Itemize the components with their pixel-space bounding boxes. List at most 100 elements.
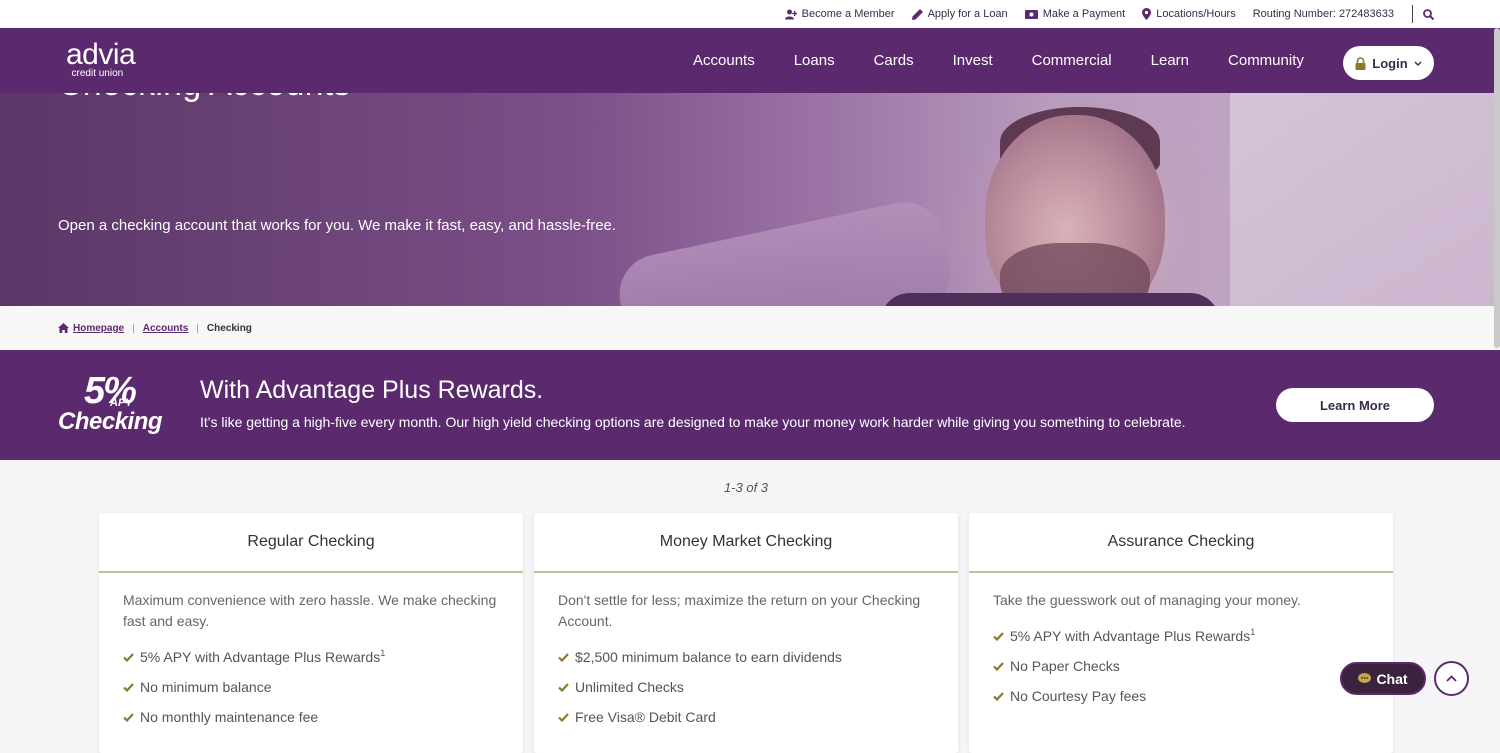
chevron-down-icon	[1414, 61, 1422, 66]
main-nav: advia credit union Accounts Loans Cards …	[0, 28, 1500, 93]
learn-more-button[interactable]: Learn More	[1276, 388, 1434, 422]
feature-text: Unlimited Checks	[575, 679, 684, 695]
card-description: Don't settle for less; maximize the retu…	[558, 592, 921, 629]
feature-item: No Paper Checks	[993, 651, 1369, 681]
feature-item: No monthly maintenance fee	[123, 702, 499, 732]
feature-text: No minimum balance	[140, 679, 272, 695]
check-icon	[993, 661, 1004, 671]
feature-text: No monthly maintenance fee	[140, 709, 319, 725]
footnote-marker: 1	[380, 648, 386, 658]
check-icon	[993, 691, 1004, 701]
apply-loan-label: Apply for a Loan	[927, 8, 1008, 20]
card-description: Take the guesswork out of managing your …	[993, 592, 1301, 608]
hero-banner: Checking Accounts Open a checking accoun…	[0, 93, 1500, 306]
check-icon	[558, 682, 569, 692]
feature-text: 5% APY with Advantage Plus Rewards	[140, 649, 381, 665]
check-icon	[558, 712, 569, 722]
feature-item: 5% APY with Advantage Plus Rewards 1	[993, 621, 1369, 651]
breadcrumb-home[interactable]: Homepage	[73, 323, 124, 334]
back-to-top-button[interactable]	[1434, 661, 1469, 696]
footnote-marker: 1	[1250, 627, 1256, 637]
results-count: 1-3 of 3	[723, 480, 769, 495]
check-icon	[993, 631, 1004, 641]
feature-item: Free Visa® Debit Card	[558, 702, 934, 732]
nav-item-accounts[interactable]: Accounts	[693, 52, 755, 69]
nav-item-loans[interactable]: Loans	[794, 52, 835, 69]
check-icon	[123, 652, 134, 662]
breadcrumb-separator: |	[196, 322, 199, 334]
check-icon	[123, 712, 134, 722]
card-title[interactable]: Money Market Checking	[534, 513, 958, 573]
logo[interactable]: advia credit union	[66, 38, 136, 80]
nav-item-cards[interactable]: Cards	[874, 52, 914, 69]
locations-link[interactable]: Locations/Hours	[1142, 8, 1236, 20]
home-icon	[58, 323, 69, 333]
login-button[interactable]: Login	[1343, 46, 1434, 80]
card-title[interactable]: Regular Checking	[99, 513, 523, 573]
feature-list: 5% APY with Advantage Plus Rewards 1 No P…	[993, 621, 1369, 711]
utility-bar: Become a Member Apply for a Loan Make a …	[0, 0, 1500, 28]
feature-list: 5% APY with Advantage Plus Rewards 1 No m…	[123, 642, 499, 732]
product-card-regular[interactable]: Regular Checking Maximum convenience wit…	[99, 513, 523, 753]
apy-badge: 5% APY Checking	[58, 372, 178, 438]
feature-text: No Paper Checks	[1010, 658, 1120, 674]
map-pin-icon	[1142, 8, 1152, 20]
chat-button[interactable]: Chat	[1340, 662, 1426, 695]
hero-image-window	[1230, 93, 1500, 306]
feature-text: No Courtesy Pay fees	[1010, 688, 1147, 704]
promo-title: With Advantage Plus Rewards.	[200, 376, 544, 404]
check-icon	[558, 652, 569, 662]
feature-text: 5% APY with Advantage Plus Rewards	[1010, 628, 1251, 644]
make-payment-label: Make a Payment	[1042, 8, 1126, 20]
chat-label: Chat	[1376, 670, 1408, 687]
promo-text: It's like getting a high-five every mont…	[200, 414, 1186, 430]
apply-loan-link[interactable]: Apply for a Loan	[911, 8, 1008, 20]
product-card-money-market[interactable]: Money Market Checking Don't settle for l…	[534, 513, 958, 753]
card-title[interactable]: Assurance Checking	[969, 513, 1393, 573]
nav-item-community[interactable]: Community	[1228, 52, 1304, 69]
feature-item: Unlimited Checks	[558, 672, 934, 702]
feature-item: No minimum balance	[123, 672, 499, 702]
lock-icon	[1355, 56, 1366, 70]
hero-image-shirt	[880, 293, 1220, 306]
hero-subtitle: Open a checking account that works for y…	[58, 217, 617, 234]
promo-banner: 5% APY Checking With Advantage Plus Rewa…	[0, 350, 1500, 460]
add-user-icon	[784, 9, 797, 19]
feature-item: 5% APY with Advantage Plus Rewards 1	[123, 642, 499, 672]
become-member-label: Become a Member	[801, 8, 895, 20]
badge-checking: Checking	[58, 408, 163, 435]
breadcrumb: Homepage | Accounts | Checking	[0, 306, 1500, 350]
feature-text: Free Visa® Debit Card	[575, 709, 716, 725]
page-scrollbar[interactable]	[1494, 28, 1500, 348]
check-icon	[123, 682, 134, 692]
breadcrumb-accounts[interactable]: Accounts	[143, 323, 189, 334]
product-card-assurance[interactable]: Assurance Checking Take the guesswork ou…	[969, 513, 1393, 753]
breadcrumb-current: Checking	[206, 322, 252, 334]
feature-list: $2,500 minimum balance to earn dividends…	[558, 642, 934, 732]
chevron-up-icon	[1446, 675, 1457, 682]
pen-icon	[911, 8, 923, 20]
become-member-link[interactable]: Become a Member	[784, 8, 895, 20]
breadcrumb-separator: |	[132, 322, 135, 334]
feature-item: $2,500 minimum balance to earn dividends	[558, 642, 934, 672]
page-title: Checking Accounts	[58, 93, 351, 104]
locations-label: Locations/Hours	[1156, 8, 1236, 20]
nav-item-invest[interactable]: Invest	[953, 52, 993, 69]
hero-image-arm	[612, 194, 958, 306]
feature-text: $2,500 minimum balance to earn dividends	[575, 649, 842, 665]
feature-item: No Courtesy Pay fees	[993, 681, 1369, 711]
nav-links: Accounts Loans Cards Invest Commercial L…	[693, 28, 1343, 93]
search-button[interactable]	[1423, 8, 1434, 20]
nav-item-learn[interactable]: Learn	[1151, 52, 1189, 69]
make-payment-link[interactable]: Make a Payment	[1024, 8, 1126, 20]
nav-item-commercial[interactable]: Commercial	[1032, 52, 1112, 69]
login-label: Login	[1372, 55, 1408, 71]
logo-wordmark: advia	[66, 38, 136, 71]
search-icon	[1423, 8, 1434, 20]
chat-bubble-icon	[1358, 673, 1372, 683]
money-icon	[1024, 9, 1038, 19]
utility-divider	[1412, 5, 1413, 23]
product-cards: Regular Checking Maximum convenience wit…	[99, 513, 1404, 753]
routing-number: Routing Number: 272483633	[1252, 8, 1394, 20]
card-description: Maximum convenience with zero hassle. We…	[123, 592, 497, 629]
